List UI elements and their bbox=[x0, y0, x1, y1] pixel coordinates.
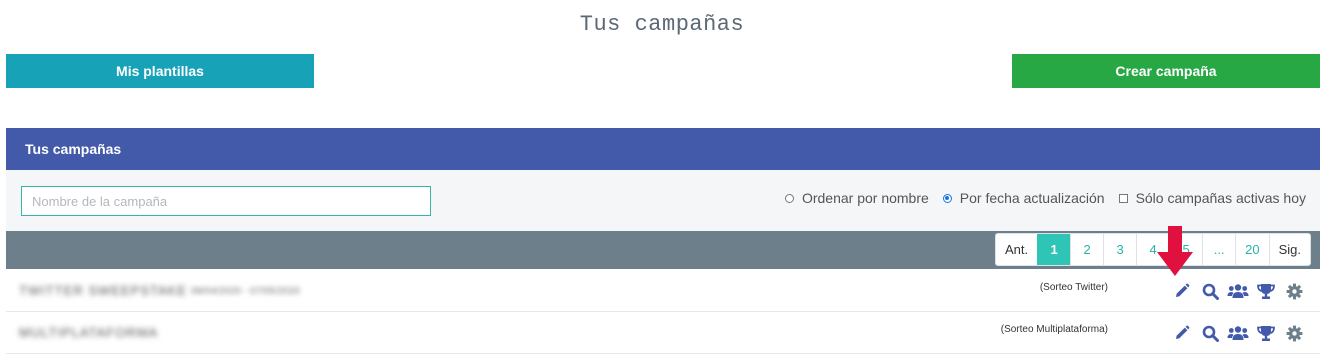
active-only-checkbox[interactable] bbox=[1118, 193, 1128, 203]
users-icon[interactable] bbox=[1224, 281, 1252, 301]
row-actions bbox=[1168, 281, 1308, 301]
filter-bar: Ordenar por nombre Por fecha actualizaci… bbox=[6, 170, 1320, 231]
active-only-option[interactable]: Sólo campañas activas hoy bbox=[1118, 190, 1306, 206]
panel-title: Tus campañas bbox=[25, 141, 122, 157]
row-actions bbox=[1168, 323, 1308, 343]
users-icon[interactable] bbox=[1224, 323, 1252, 343]
sort-by-date-option[interactable]: Por fecha actualización bbox=[942, 190, 1105, 206]
pencil-icon[interactable] bbox=[1168, 281, 1196, 301]
pencil-icon[interactable] bbox=[1168, 323, 1196, 343]
campaign-name: TWITTER SWEEPSTAKE bbox=[19, 283, 187, 298]
pagination-page-3[interactable]: 3 bbox=[1103, 234, 1136, 265]
create-campaign-button[interactable]: Crear campaña bbox=[1012, 54, 1320, 88]
sort-by-name-radio[interactable] bbox=[784, 193, 794, 203]
annotation-arrow-icon bbox=[1157, 226, 1193, 276]
gear-icon[interactable] bbox=[1280, 281, 1308, 301]
page-title: Tus campañas bbox=[579, 12, 745, 37]
campaign-name: MULTIPLATAFORMA bbox=[19, 325, 159, 340]
pagination-page-20[interactable]: 20 bbox=[1235, 234, 1268, 265]
pagination: Ant. 1 2 3 4 5 ... 20 Sig. bbox=[995, 233, 1311, 266]
campaign-type: (Sorteo Multiplataforma) bbox=[1000, 324, 1108, 335]
pagination-bar: Ant. 1 2 3 4 5 ... 20 Sig. bbox=[6, 231, 1320, 269]
campaign-type: (Sorteo Twitter) bbox=[1039, 282, 1108, 293]
pagination-next[interactable]: Sig. bbox=[1268, 234, 1310, 265]
pagination-page-1[interactable]: 1 bbox=[1037, 234, 1071, 265]
search-icon[interactable] bbox=[1196, 323, 1224, 343]
gear-icon[interactable] bbox=[1280, 323, 1308, 343]
sort-by-name-label: Ordenar por nombre bbox=[801, 190, 929, 206]
pagination-page-2[interactable]: 2 bbox=[1070, 234, 1103, 265]
pagination-prev[interactable]: Ant. bbox=[996, 234, 1037, 265]
campaigns-panel-header: Tus campañas bbox=[6, 128, 1320, 170]
trophy-icon[interactable] bbox=[1252, 281, 1280, 301]
pagination-ellipsis: ... bbox=[1202, 234, 1235, 265]
search-icon[interactable] bbox=[1196, 281, 1224, 301]
campaign-dates: 08/04/2020 - 07/05/2020 bbox=[191, 286, 300, 297]
table-row: MULTIPLATAFORMA (Sorteo Multiplataforma) bbox=[6, 312, 1320, 354]
sort-by-date-label: Por fecha actualización bbox=[959, 190, 1105, 206]
trophy-icon[interactable] bbox=[1252, 323, 1280, 343]
table-row: TWITTER SWEEPSTAKE 08/04/2020 - 07/05/20… bbox=[6, 270, 1320, 312]
campaign-name-search-input[interactable] bbox=[21, 186, 431, 216]
sort-by-date-radio[interactable] bbox=[942, 193, 952, 203]
sort-options: Ordenar por nombre Por fecha actualizaci… bbox=[771, 190, 1306, 206]
active-only-label: Sólo campañas activas hoy bbox=[1135, 190, 1306, 206]
my-templates-button[interactable]: Mis plantillas bbox=[6, 54, 314, 88]
sort-by-name-option[interactable]: Ordenar por nombre bbox=[784, 190, 929, 206]
